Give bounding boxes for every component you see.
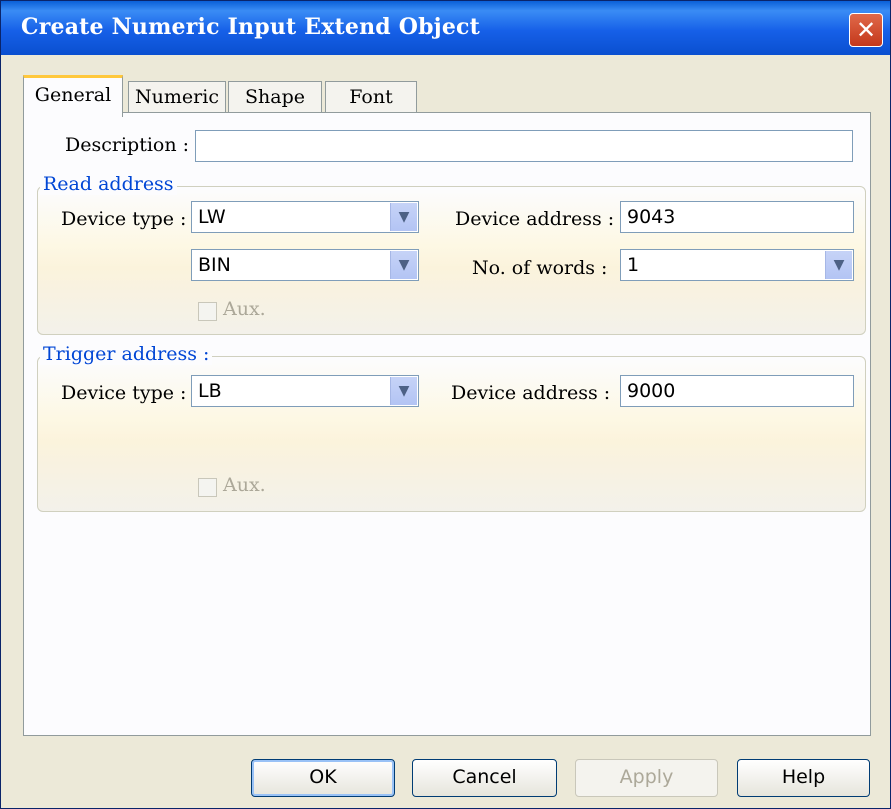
- trigger-device-type-dropdown-button[interactable]: ▼: [390, 377, 417, 405]
- trigger-device-address-label: Device address :: [451, 382, 611, 404]
- words-dropdown-button[interactable]: ▼: [825, 251, 852, 279]
- read-format-value: BIN: [198, 254, 231, 276]
- help-button[interactable]: Help: [737, 759, 870, 797]
- trigger-device-type-select[interactable]: LB ▼: [191, 375, 419, 407]
- title-bar[interactable]: Create Numeric Input Extend Object ✕: [1, 1, 890, 55]
- read-aux-label: Aux.: [223, 298, 266, 320]
- tab-numeric[interactable]: Numeric: [128, 81, 226, 114]
- chevron-down-icon: ▼: [833, 257, 845, 273]
- trigger-aux-label: Aux.: [223, 474, 266, 496]
- close-button[interactable]: ✕: [849, 13, 883, 47]
- tab-page-general: Description : Read address Device type :…: [23, 112, 871, 736]
- trigger-address-title: Trigger address :: [40, 343, 213, 365]
- read-device-type-value: LW: [198, 206, 226, 228]
- read-address-title: Read address: [40, 173, 177, 195]
- words-label: No. of words :: [472, 257, 608, 279]
- read-aux-checkbox[interactable]: [198, 302, 217, 321]
- window-title: Create Numeric Input Extend Object: [21, 14, 480, 40]
- read-device-address-label: Device address :: [455, 208, 615, 230]
- chevron-down-icon: ▼: [398, 383, 410, 399]
- description-input[interactable]: [195, 130, 853, 162]
- ok-button[interactable]: OK: [251, 759, 395, 797]
- trigger-device-type-value: LB: [198, 380, 222, 402]
- dialog-window: Create Numeric Input Extend Object ✕ Gen…: [0, 0, 891, 809]
- read-device-address-value: 9043: [627, 206, 676, 228]
- trigger-device-type-label: Device type :: [61, 382, 187, 404]
- tab-font[interactable]: Font: [325, 81, 417, 114]
- read-device-type-label: Device type :: [61, 208, 187, 230]
- words-select[interactable]: 1 ▼: [620, 249, 854, 281]
- trigger-aux-checkbox[interactable]: [198, 478, 217, 497]
- read-device-type-dropdown-button[interactable]: ▼: [390, 203, 417, 231]
- chevron-down-icon: ▼: [398, 209, 410, 225]
- read-format-select[interactable]: BIN ▼: [191, 249, 419, 281]
- trigger-device-address-value: 9000: [627, 380, 676, 402]
- chevron-down-icon: ▼: [398, 257, 410, 273]
- words-value: 1: [627, 254, 640, 276]
- tab-shape[interactable]: Shape: [228, 81, 322, 114]
- apply-button[interactable]: Apply: [575, 759, 718, 797]
- read-format-dropdown-button[interactable]: ▼: [390, 251, 417, 279]
- close-icon: ✕: [855, 16, 877, 44]
- description-label: Description :: [65, 134, 190, 156]
- trigger-device-address-input[interactable]: 9000: [620, 375, 854, 407]
- read-device-address-input[interactable]: 9043: [620, 201, 854, 233]
- read-device-type-select[interactable]: LW ▼: [191, 201, 419, 233]
- tab-general[interactable]: General: [23, 75, 123, 117]
- cancel-button[interactable]: Cancel: [412, 759, 557, 797]
